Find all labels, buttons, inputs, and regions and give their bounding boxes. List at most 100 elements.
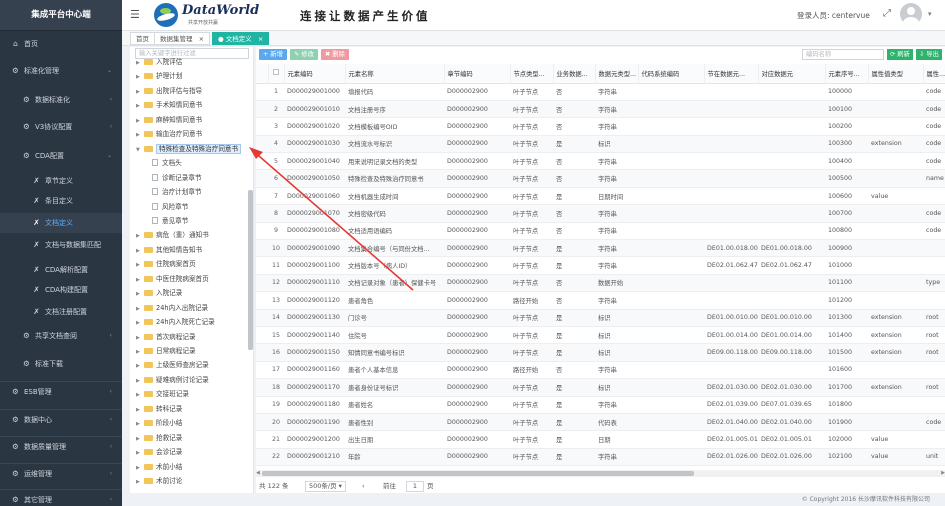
caret-right-icon[interactable]: ▶ [136, 346, 144, 359]
tab-home[interactable]: 首页 [130, 32, 155, 45]
edit-button[interactable]: ✎ 修改 [290, 49, 318, 60]
caret-right-icon[interactable]: ▶ [136, 57, 144, 70]
row-checkbox-cell[interactable] [256, 326, 268, 345]
tree-node[interactable]: ▶ 护理计划 [136, 70, 182, 83]
row-checkbox-cell[interactable] [256, 83, 268, 101]
export-button[interactable]: ⇩ 导出 [916, 49, 942, 60]
row-checkbox-cell[interactable] [256, 291, 268, 310]
table-row[interactable]: 9 D000029001080 文档适用语编码 D000002900 叶子节点否字符串 1… [256, 222, 945, 241]
table-row[interactable]: 7 D000029001060 文档机器生成时间 D000002900 叶子节点是日期时… [256, 187, 945, 206]
caret-right-icon[interactable]: ▶ [136, 245, 144, 258]
row-checkbox-cell[interactable] [256, 361, 268, 380]
row-checkbox-cell[interactable] [256, 187, 268, 206]
row-checkbox-cell[interactable] [256, 152, 268, 171]
caret-right-icon[interactable]: ▶ [136, 418, 144, 431]
sidebar-item[interactable]: ⚙ 标准化管理 ⌄ [0, 61, 122, 81]
caret-right-icon[interactable]: ▶ [136, 404, 144, 417]
table-row[interactable]: 1 D000029001000 填报代码 D000002900 叶子节点否字符串 1000… [256, 83, 945, 101]
sidebar-item[interactable]: ⚙ 标准下载 [0, 354, 122, 374]
tree-node[interactable]: 意见章节 [152, 215, 188, 228]
row-checkbox-cell[interactable] [256, 448, 268, 467]
row-checkbox-cell[interactable] [256, 169, 268, 188]
row-checkbox-cell[interactable] [256, 396, 268, 414]
delete-button[interactable]: ✖ 删除 [321, 49, 349, 60]
sidebar-item[interactable]: ⚙ V3协议配置 ‹ [0, 117, 122, 137]
tree-node[interactable]: ▶ 术前讨论 [136, 475, 182, 488]
sidebar-item[interactable]: ✗ CDA构建配置 [0, 280, 122, 300]
caret-right-icon[interactable]: ▶ [136, 476, 144, 489]
row-checkbox-cell[interactable] [256, 256, 268, 275]
row-checkbox-cell[interactable] [256, 222, 268, 241]
table-row[interactable]: 15 D000029001140 住院号 D000002900 叶子节点是标识 DE01.… [256, 326, 945, 345]
caret-down-icon[interactable]: ▼ [136, 144, 144, 157]
tree-node[interactable]: ▶ 上级医师查房记录 [136, 359, 209, 372]
tree-node[interactable]: ▶ 转科记录 [136, 403, 182, 416]
scroll-thumb[interactable] [262, 471, 694, 476]
table-row[interactable]: 8 D000029001070 文档密级代码 D000002900 叶子节点否字符串 10… [256, 204, 945, 223]
tree-node[interactable]: 治疗计划章节 [152, 186, 202, 199]
row-checkbox-cell[interactable] [256, 204, 268, 223]
row-checkbox-cell[interactable] [256, 378, 268, 397]
tree-node[interactable]: ▶ 输血治疗同意书 [136, 128, 202, 141]
caret-right-icon[interactable]: ▶ [136, 303, 144, 316]
tree-scrollbar[interactable] [248, 190, 253, 350]
tree-node[interactable]: ▶ 入院评估 [136, 56, 182, 69]
sidebar-item[interactable]: ✗ 文档与数据集匹配 [0, 235, 122, 255]
sidebar-item[interactable]: ⌂ 首页 [0, 34, 122, 54]
prev-page-icon[interactable]: ‹ [362, 480, 365, 493]
row-checkbox-cell[interactable] [256, 309, 268, 327]
close-icon[interactable]: × [199, 35, 204, 43]
sidebar-item[interactable]: ✗ 文档定义 [0, 213, 122, 233]
caret-right-icon[interactable]: ▶ [136, 433, 144, 446]
row-checkbox-cell[interactable] [256, 343, 268, 362]
row-checkbox-cell[interactable] [256, 239, 268, 258]
row-checkbox-cell[interactable] [256, 413, 268, 432]
sidebar-item[interactable]: ⚙ 运维管理 ‹ [0, 464, 122, 484]
close-icon[interactable]: × [258, 35, 263, 43]
table-row[interactable]: 21 D000029001200 出生日期 D000002900 叶子节点是日期 DE02… [256, 430, 945, 449]
table-row[interactable]: 13 D000029001120 患者角色 D000002900 路径开始否字符串 101… [256, 291, 945, 310]
table-row[interactable]: 12 D000029001110 文档记录对象（患者）保健卡号 D000002900 叶… [256, 274, 945, 293]
tree-node[interactable]: ▶ 病危（重）通知书 [136, 229, 209, 242]
tree-node[interactable]: ▶ 抢救记录 [136, 432, 182, 445]
table-row[interactable]: 11 D000029001100 文档版本号（病人ID） D000002900 叶子节点… [256, 256, 945, 275]
caret-right-icon[interactable]: ▶ [136, 447, 144, 460]
table-row[interactable]: 4 D000029001030 文档流水号标识 D000002900 叶子节点是标识 10… [256, 135, 945, 154]
row-checkbox-cell[interactable] [256, 100, 268, 119]
sidebar-item[interactable]: ⚙ 数据中心 ‹ [0, 410, 122, 430]
name-search-input[interactable]: 编码名称 [802, 49, 884, 60]
tree-node[interactable]: ▶ 24h内入院死亡记录 [136, 316, 215, 329]
tree-node[interactable]: ▶ 出院评估与指导 [136, 85, 202, 98]
horizontal-scrollbar[interactable]: ◀ ▶ [256, 470, 945, 477]
caret-right-icon[interactable]: ▶ [136, 129, 144, 142]
refresh-button[interactable]: ⟳ 刷新 [887, 49, 913, 60]
caret-right-icon[interactable]: ▶ [136, 230, 144, 243]
checkbox-icon[interactable] [273, 69, 279, 76]
sidebar-item[interactable]: ✗ 文档注册配置 [0, 302, 122, 322]
caret-right-icon[interactable]: ▶ [136, 259, 144, 272]
caret-right-icon[interactable]: ▶ [136, 288, 144, 301]
row-checkbox-cell[interactable] [256, 135, 268, 154]
tree-node[interactable]: ▶ 中医住院病案首页 [136, 273, 209, 286]
caret-right-icon[interactable]: ▶ [136, 274, 144, 287]
tree-node[interactable]: ▶ 麻醉知情同意书 [136, 114, 202, 127]
sidebar-item[interactable]: ⚙ CDA配置 ⌄ [0, 146, 122, 166]
tree-node[interactable]: 诊断记录章节 [152, 172, 202, 185]
table-row[interactable]: 6 D000029001050 特殊检查及特殊治疗同意书 D000002900 叶子节点… [256, 169, 945, 188]
row-checkbox-cell[interactable] [256, 274, 268, 293]
table-row[interactable]: 16 D000029001150 知情同意书编号标识 D000002900 叶子节点是标… [256, 343, 945, 362]
menu-toggle-icon[interactable]: ☰ [130, 8, 140, 21]
table-row[interactable]: 17 D000029001160 患者个人基本信息 D000002900 路径开始否字符… [256, 361, 945, 380]
caret-right-icon[interactable]: ▶ [136, 100, 144, 113]
tree-node[interactable]: ▶ 24h内入出院记录 [136, 302, 208, 315]
table-row[interactable]: 5 D000029001040 用来说明记录文档的类型 D000002900 叶子节点否… [256, 152, 945, 171]
sidebar-item[interactable]: ⚙ ESB管理 ‹ [0, 382, 122, 402]
table-row[interactable]: 14 D000029001130 门诊号 D000002900 叶子节点是标识 DE01.… [256, 309, 945, 327]
tree-node[interactable]: ▶ 其他知情告知书 [136, 244, 202, 257]
table-row[interactable]: 20 D000029001190 患者性别 D000002900 叶子节点是代码表 DE0… [256, 413, 945, 432]
caret-right-icon[interactable]: ▶ [136, 375, 144, 388]
tree-node[interactable]: ▶ 日常病程记录 [136, 345, 196, 358]
row-checkbox-cell[interactable] [256, 117, 268, 136]
sidebar-item[interactable]: ⚙ 数据标准化 ‹ [0, 90, 122, 110]
row-checkbox-cell[interactable] [256, 430, 268, 449]
